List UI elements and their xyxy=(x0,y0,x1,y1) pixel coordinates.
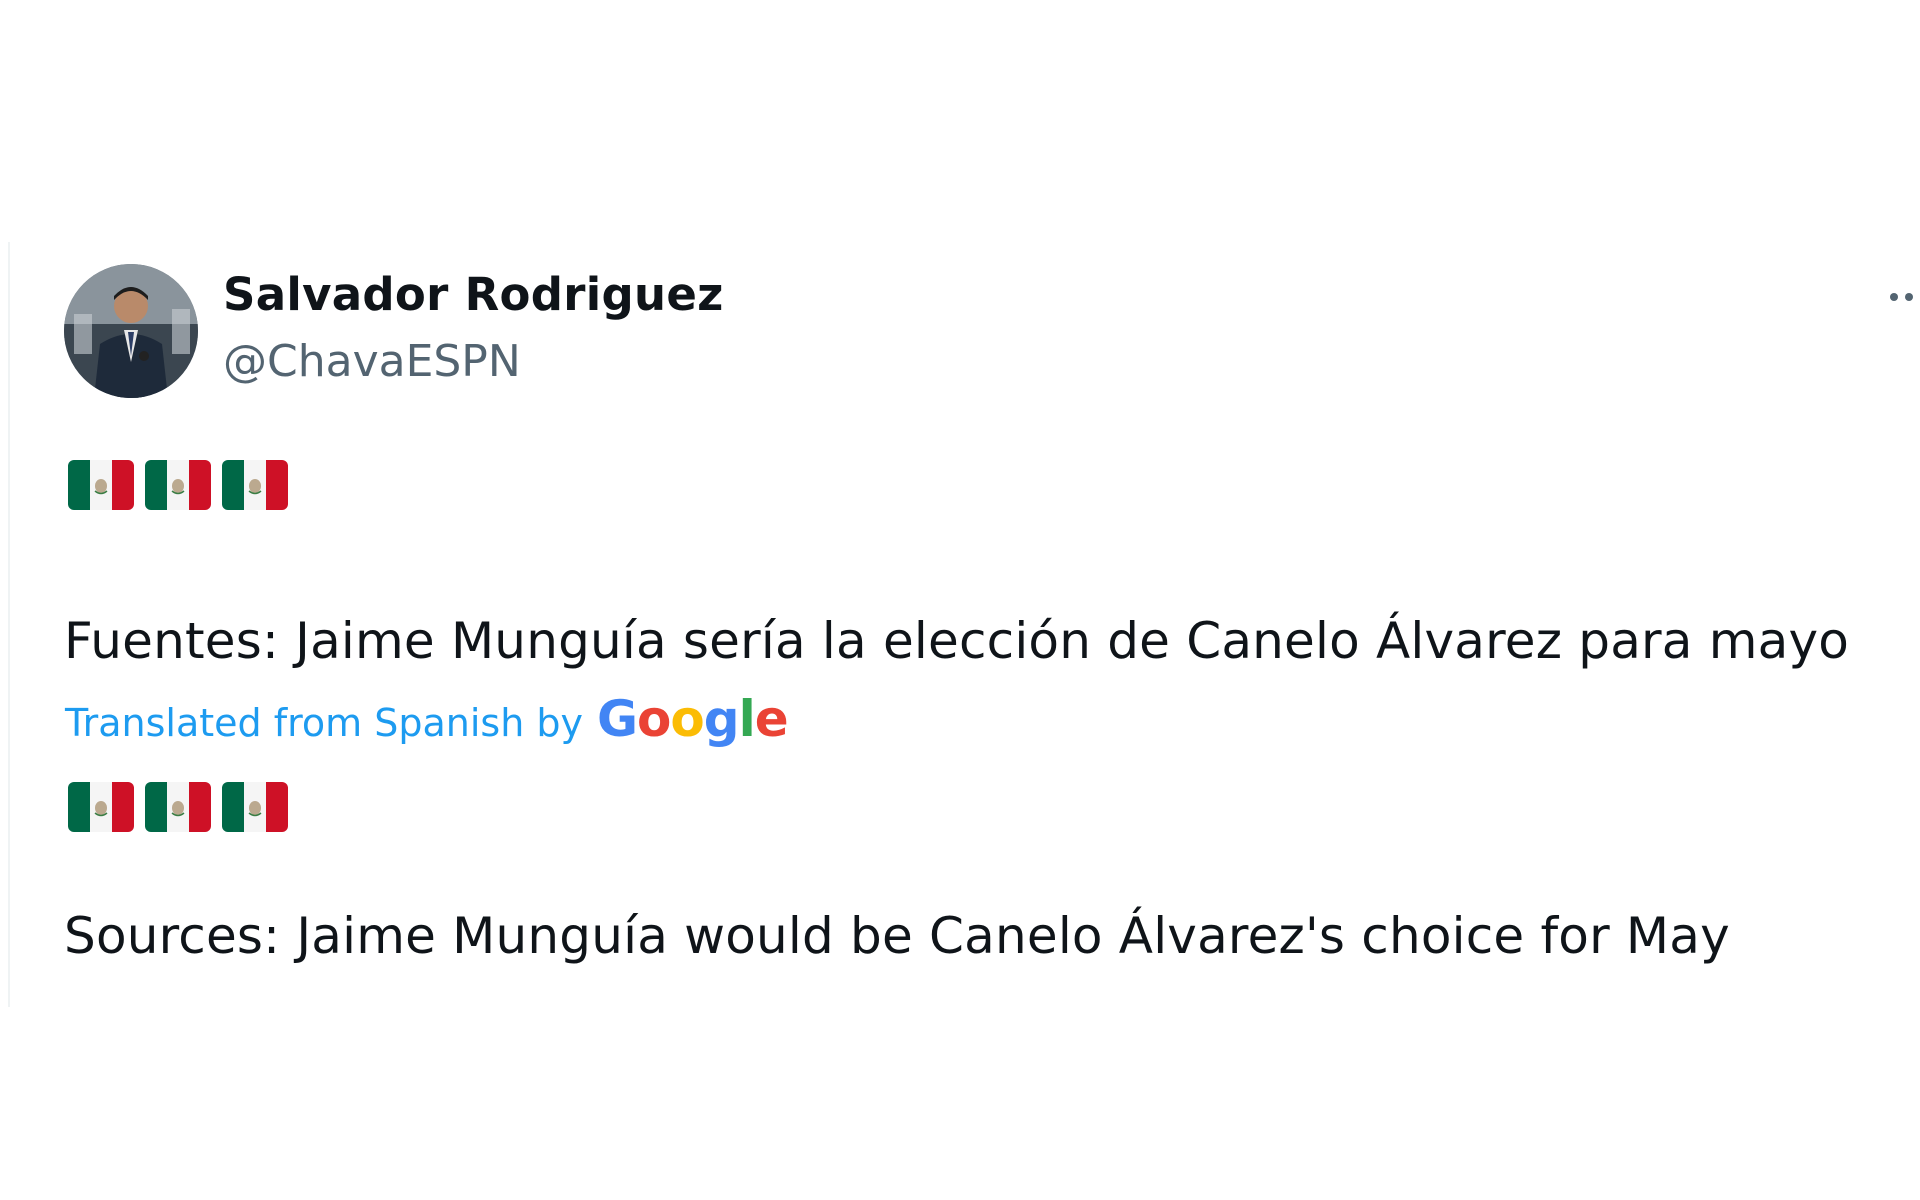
mexico-flag-icon xyxy=(145,782,211,832)
google-logo-icon: Google xyxy=(597,690,789,748)
author-display-name[interactable]: Salvador Rodriguez xyxy=(223,268,724,321)
mexico-flag-icon xyxy=(145,460,211,510)
flag-emoji-row xyxy=(68,460,288,510)
tweet-card[interactable]: Salvador Rodriguez @ChavaESPN Fuentes: J… xyxy=(8,242,1920,1007)
google-logo-letter: g xyxy=(703,690,740,748)
google-logo-letter: l xyxy=(738,690,756,748)
tweet-translated-text: Sources: Jaime Munguía would be Canelo Á… xyxy=(64,907,1730,965)
mexico-flag-icon xyxy=(68,460,134,510)
mexico-flag-icon xyxy=(222,460,288,510)
google-logo-letter: o xyxy=(637,690,671,748)
author-handle[interactable]: @ChavaESPN xyxy=(223,336,521,387)
google-logo-letter: o xyxy=(670,690,704,748)
mexico-flag-icon xyxy=(222,782,288,832)
more-icon xyxy=(1890,293,1898,301)
avatar[interactable] xyxy=(64,264,198,398)
translation-note-label: Translated from Spanish by xyxy=(65,701,583,745)
google-logo-letter: e xyxy=(754,690,789,748)
flag-emoji-row xyxy=(68,782,288,832)
avatar-photo-icon xyxy=(64,264,198,398)
more-icon-dot xyxy=(1905,293,1913,301)
more-options-button[interactable] xyxy=(1890,282,1920,312)
tweet-original-text: Fuentes: Jaime Munguía sería la elección… xyxy=(64,612,1850,670)
mexico-flag-icon xyxy=(68,782,134,832)
google-logo-letter: G xyxy=(597,690,638,748)
translation-attribution[interactable]: Translated from Spanish by Google xyxy=(65,690,789,748)
